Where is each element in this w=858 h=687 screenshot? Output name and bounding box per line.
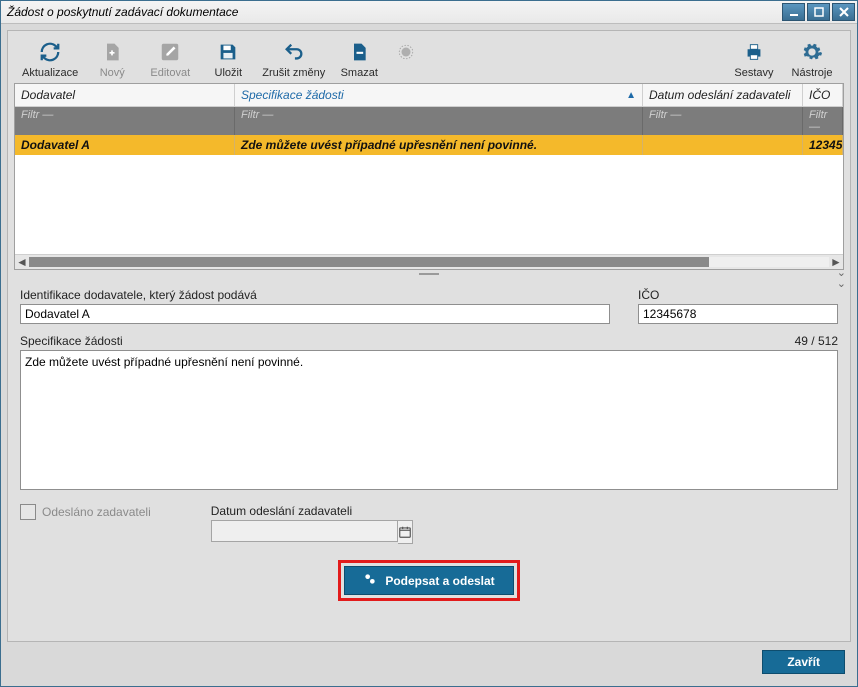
col-header-specifikace[interactable]: Specifikace žádosti ▲: [235, 84, 643, 107]
datum-label: Datum odeslání zadavateli: [211, 504, 391, 518]
datum-field[interactable]: [211, 520, 391, 544]
table-row[interactable]: Dodavatel A Zde můžete uvést případné up…: [15, 135, 843, 155]
delete-button[interactable]: Smazat: [331, 37, 387, 81]
filter-dodavatel[interactable]: Filtr —: [15, 107, 235, 135]
toolbar-left: Aktualizace Nový Editovat: [18, 37, 423, 81]
submit-label: Podepsat a odeslat: [385, 574, 494, 588]
toolbar-right: Sestavy Nástroje: [726, 37, 840, 81]
refresh-button[interactable]: Aktualizace: [18, 37, 82, 81]
titlebar: Žádost o poskytnutí zadávací dokumentace: [1, 1, 857, 24]
main-panel: Aktualizace Nový Editovat: [7, 30, 851, 642]
odeslano-checkbox[interactable]: Odesláno zadavateli: [20, 504, 151, 520]
col-header-label: Datum odeslání zadavateli: [649, 88, 790, 102]
spec-label: Specifikace žádosti: [20, 334, 123, 348]
col-header-label: Specifikace žádosti: [241, 88, 344, 102]
gears-icon: [363, 572, 377, 589]
filter-datum[interactable]: Filtr —: [643, 107, 803, 135]
col-header-label: IČO: [809, 88, 830, 102]
odeslano-label: Odesláno zadavateli: [42, 505, 151, 519]
spec-counter: 49 / 512: [795, 334, 838, 350]
refresh-icon: [37, 39, 63, 65]
edit-label: Editovat: [150, 67, 190, 79]
reports-label: Sestavy: [734, 67, 773, 79]
grid-header: Dodavatel Specifikace žádosti ▲ Datum od…: [15, 84, 843, 107]
print-icon: [741, 39, 767, 65]
sign-and-send-button[interactable]: Podepsat a odeslat: [344, 566, 513, 595]
badge-icon: [393, 39, 419, 65]
window-root: Žádost o poskytnutí zadávací dokumentace: [0, 0, 858, 687]
toolbar: Aktualizace Nový Editovat: [8, 31, 850, 83]
undo-icon: [281, 39, 307, 65]
delete-icon: [346, 39, 372, 65]
checkbox-icon: [20, 504, 36, 520]
new-label: Nový: [100, 67, 125, 79]
window-title: Žádost o poskytnutí zadávací dokumentace: [7, 5, 238, 19]
scroll-track[interactable]: [29, 257, 829, 267]
cell-specifikace: Zde můžete uvést případné upřesnění není…: [235, 135, 643, 155]
spec-textarea[interactable]: [20, 350, 838, 490]
data-grid[interactable]: Dodavatel Specifikace žádosti ▲ Datum od…: [14, 83, 844, 270]
close-window-button[interactable]: [832, 3, 855, 21]
save-label: Uložit: [215, 67, 243, 79]
id-label: Identifikace dodavatele, který žádost po…: [20, 288, 610, 302]
cell-ico: 12345: [803, 135, 843, 155]
new-icon: [99, 39, 125, 65]
cell-dodavatel: Dodavatel A: [15, 135, 235, 155]
horizontal-scrollbar[interactable]: ◄ ►: [15, 254, 843, 269]
splitter[interactable]: ⌄⌄: [8, 270, 850, 278]
tools-label: Nástroje: [792, 67, 833, 79]
edit-icon: [157, 39, 183, 65]
footer: Zavřít: [7, 646, 851, 680]
submit-highlight: Podepsat a odeslat: [338, 560, 519, 601]
splitter-handle-icon: [419, 273, 439, 275]
tools-button[interactable]: Nástroje: [784, 37, 840, 81]
minimize-button[interactable]: [782, 3, 805, 21]
save-icon: [215, 39, 241, 65]
filter-specifikace[interactable]: Filtr —: [235, 107, 643, 135]
delete-label: Smazat: [341, 67, 378, 79]
filter-ico[interactable]: Filtr —: [803, 107, 843, 135]
badge-button: [389, 37, 423, 81]
undo-label: Zrušit změny: [262, 67, 325, 79]
col-header-ico[interactable]: IČO: [803, 84, 843, 107]
maximize-button[interactable]: [807, 3, 830, 21]
id-input[interactable]: [20, 304, 610, 324]
save-button[interactable]: Uložit: [200, 37, 256, 81]
gear-icon: [799, 39, 825, 65]
grid-body: Dodavatel A Zde můžete uvést případné up…: [15, 135, 843, 254]
col-header-datum[interactable]: Datum odeslání zadavateli: [643, 84, 803, 107]
calendar-icon[interactable]: [398, 520, 413, 544]
new-button[interactable]: Nový: [84, 37, 140, 81]
scroll-left-icon[interactable]: ◄: [15, 255, 29, 269]
expand-collapse-icon[interactable]: ⌄⌄: [837, 268, 846, 290]
content: Aktualizace Nový Editovat: [1, 24, 857, 686]
detail-form: Identifikace dodavatele, který žádost po…: [8, 278, 850, 605]
cell-datum: [643, 135, 803, 155]
refresh-label: Aktualizace: [22, 67, 78, 79]
datum-input[interactable]: [211, 520, 398, 542]
grid-filter-row: Filtr — Filtr — Filtr — Filtr —: [15, 107, 843, 135]
scroll-thumb[interactable]: [29, 257, 709, 267]
reports-button[interactable]: Sestavy: [726, 37, 782, 81]
close-button[interactable]: Zavřít: [762, 650, 845, 674]
undo-button[interactable]: Zrušit změny: [258, 37, 329, 81]
ico-input[interactable]: [638, 304, 838, 324]
sort-asc-icon: ▲: [626, 90, 636, 101]
ico-label: IČO: [638, 288, 838, 302]
window-controls: [782, 3, 855, 21]
col-header-label: Dodavatel: [21, 88, 75, 102]
edit-button[interactable]: Editovat: [142, 37, 198, 81]
col-header-dodavatel[interactable]: Dodavatel: [15, 84, 235, 107]
